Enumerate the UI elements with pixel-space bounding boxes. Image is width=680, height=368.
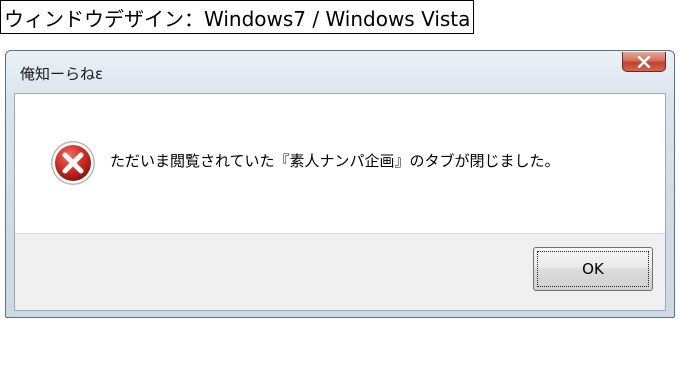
caption-label: ウィンドウデザイン：Windows7 / Windows Vista bbox=[0, 0, 475, 34]
button-bar: OK bbox=[15, 233, 665, 310]
page: ウィンドウデザイン：Windows7 / Windows Vista 俺知ーらね… bbox=[0, 0, 680, 368]
title-bar[interactable]: 俺知ーらねε bbox=[6, 51, 674, 93]
dialog-message: ただいま閲覧されていた『素人ナンパ企画』のタブが閉じました。 bbox=[110, 152, 560, 170]
error-icon bbox=[51, 141, 95, 185]
ok-button[interactable]: OK bbox=[533, 247, 653, 291]
ok-button-label: OK bbox=[582, 260, 604, 278]
window-title: 俺知ーらねε bbox=[20, 65, 104, 83]
dialog-client: ただいま閲覧されていた『素人ナンパ企画』のタブが閉じました。 OK bbox=[14, 93, 666, 311]
dialog-window: 俺知ーらねε ただいま閲覧されていた『素人ナンパ企画』のタブが閉じました。 OK bbox=[5, 50, 675, 318]
close-icon bbox=[637, 55, 651, 68]
message-area: ただいま閲覧されていた『素人ナンパ企画』のタブが閉じました。 bbox=[15, 94, 665, 233]
close-button[interactable] bbox=[622, 52, 666, 72]
